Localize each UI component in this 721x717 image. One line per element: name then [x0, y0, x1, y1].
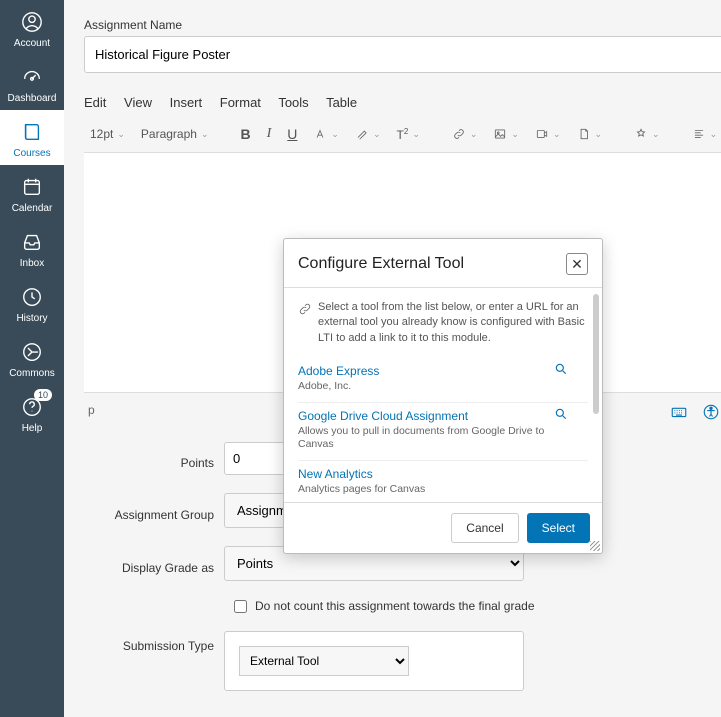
modal-overlay: Configure External Tool ✕ Select a tool …: [0, 0, 721, 717]
tool-sub: Analytics pages for Canvas: [298, 483, 588, 497]
tool-name: New Analytics: [298, 467, 588, 481]
select-button[interactable]: Select: [527, 513, 590, 543]
tool-name: Adobe Express: [298, 364, 588, 378]
close-icon: ✕: [571, 256, 583, 273]
modal-intro: Select a tool from the list below, or en…: [318, 300, 588, 346]
tool-sub: Adobe, Inc.: [298, 380, 588, 394]
scrollbar[interactable]: [593, 294, 599, 414]
search-icon[interactable]: [554, 362, 568, 381]
cancel-button[interactable]: Cancel: [451, 513, 518, 543]
external-tool-modal: Configure External Tool ✕ Select a tool …: [283, 238, 603, 554]
search-icon[interactable]: [554, 407, 568, 426]
tool-name: Google Drive Cloud Assignment: [298, 409, 588, 423]
modal-title: Configure External Tool: [298, 255, 464, 273]
close-button[interactable]: ✕: [566, 253, 588, 275]
tool-item[interactable]: New Analytics Analytics pages for Canvas: [298, 461, 588, 503]
tool-item[interactable]: Google Drive Cloud Assignment Allows you…: [298, 403, 588, 461]
tool-sub: Allows you to pull in documents from Goo…: [298, 425, 588, 452]
resize-grip[interactable]: [590, 541, 600, 551]
link-icon: [298, 300, 312, 346]
tool-item[interactable]: Adobe Express Adobe, Inc.: [298, 358, 588, 403]
